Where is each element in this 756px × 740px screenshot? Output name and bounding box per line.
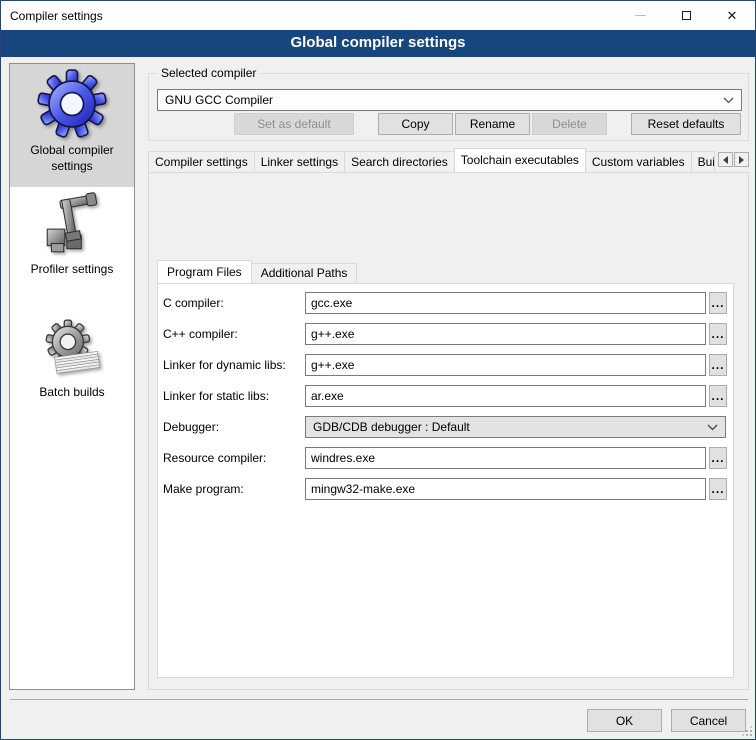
linker-dynamic-input[interactable] xyxy=(305,354,706,376)
chevron-down-icon xyxy=(723,97,734,104)
close-button[interactable]: ✕ xyxy=(709,1,755,30)
field-row-linker-dynamic: Linker for dynamic libs: ... xyxy=(158,354,733,377)
ok-button[interactable]: OK xyxy=(587,709,662,732)
field-row-debugger: Debugger: GDB/CDB debugger : Default xyxy=(158,416,733,439)
blue-gear-icon xyxy=(37,69,107,139)
tab-custom-variables[interactable]: Custom variables xyxy=(585,151,692,172)
caliper-blocks-icon xyxy=(39,192,105,258)
arrow-right-icon xyxy=(739,156,744,164)
chevron-down-icon xyxy=(707,424,718,431)
browse-button[interactable]: ... xyxy=(709,323,727,345)
tab-build-options[interactable]: Build xyxy=(691,151,715,172)
resource-compiler-input[interactable] xyxy=(305,447,706,469)
copy-button[interactable]: Copy xyxy=(378,113,453,135)
field-row-resource-compiler: Resource compiler: ... xyxy=(158,447,733,470)
compiler-buttons-row: Set as default Copy Rename Delete Reset … xyxy=(234,113,741,135)
browse-button[interactable]: ... xyxy=(709,478,727,500)
browse-button[interactable]: ... xyxy=(709,385,727,407)
maximize-button[interactable] xyxy=(663,1,709,30)
minimize-icon xyxy=(635,15,646,16)
field-label: Linker for static libs: xyxy=(163,389,269,403)
tab-additional-paths[interactable]: Additional Paths xyxy=(251,263,358,283)
settings-tabs: Compiler settings Linker settings Search… xyxy=(148,148,749,172)
cancel-button[interactable]: Cancel xyxy=(671,709,746,732)
field-label: C++ compiler: xyxy=(163,327,238,341)
browse-button[interactable]: ... xyxy=(709,354,727,376)
debugger-select-value: GDB/CDB debugger : Default xyxy=(313,420,470,434)
tab-toolchain-executables[interactable]: Toolchain executables xyxy=(454,148,586,172)
window-controls: ✕ xyxy=(617,1,755,30)
debugger-select[interactable]: GDB/CDB debugger : Default xyxy=(305,416,726,438)
program-files-panel: C compiler: ... C++ compiler: ... Linker… xyxy=(157,283,734,678)
sidebar-item-label: Profiler settings xyxy=(16,262,128,278)
field-label: Debugger: xyxy=(163,420,219,434)
compiler-settings-dialog: Compiler settings ✕ Global compiler sett… xyxy=(0,0,756,740)
program-files-tabs: Program Files Additional Paths xyxy=(157,260,356,283)
field-row-linker-static: Linker for static libs: ... xyxy=(158,385,733,408)
group-label: Selected compiler xyxy=(157,66,260,80)
field-row-make-program: Make program: ... xyxy=(158,478,733,501)
browse-button[interactable]: ... xyxy=(709,292,727,314)
set-as-default-button[interactable]: Set as default xyxy=(234,113,354,135)
field-label: Resource compiler: xyxy=(163,451,266,465)
cpp-compiler-input[interactable] xyxy=(305,323,706,345)
sidebar-item-global-compiler-settings[interactable]: Global compiler settings xyxy=(10,64,134,187)
page-title: Global compiler settings xyxy=(1,30,755,57)
field-label: Linker for dynamic libs: xyxy=(163,358,286,372)
sidebar-item-label: Global compiler settings xyxy=(16,143,128,174)
field-row-c-compiler: C compiler: ... xyxy=(158,292,733,315)
resize-grip[interactable] xyxy=(741,725,753,737)
tab-program-files[interactable]: Program Files xyxy=(157,260,252,283)
reset-defaults-button[interactable]: Reset defaults xyxy=(631,113,741,135)
window-title: Compiler settings xyxy=(10,9,103,23)
tab-scroll-left-button[interactable] xyxy=(718,152,733,167)
delete-button[interactable]: Delete xyxy=(532,113,607,135)
tab-linker-settings[interactable]: Linker settings xyxy=(254,151,345,172)
close-icon: ✕ xyxy=(727,9,738,22)
linker-static-input[interactable] xyxy=(305,385,706,407)
titlebar: Compiler settings ✕ xyxy=(1,1,755,30)
tab-scroll-buttons xyxy=(717,152,749,167)
sidebar-item-profiler-settings[interactable]: Profiler settings xyxy=(10,187,134,310)
footer-separator xyxy=(10,699,748,700)
rename-button[interactable]: Rename xyxy=(455,113,530,135)
maximize-icon xyxy=(682,11,691,20)
settings-category-list: Global compiler settings Pr xyxy=(9,63,135,690)
field-row-cpp-compiler: C++ compiler: ... xyxy=(158,323,733,346)
make-program-input[interactable] xyxy=(305,478,706,500)
field-label: C compiler: xyxy=(163,296,224,310)
gray-gear-stack-icon xyxy=(39,315,105,381)
selected-compiler-group: Selected compiler GNU GCC Compiler Set a… xyxy=(148,73,749,141)
c-compiler-input[interactable] xyxy=(305,292,706,314)
minimize-button[interactable] xyxy=(617,1,663,30)
tab-search-directories[interactable]: Search directories xyxy=(344,151,455,172)
arrow-left-icon xyxy=(723,156,728,164)
compiler-select[interactable]: GNU GCC Compiler xyxy=(157,89,742,111)
sidebar-item-label: Batch builds xyxy=(16,385,128,401)
sidebar-item-batch-builds[interactable]: Batch builds xyxy=(10,310,134,433)
field-label: Make program: xyxy=(163,482,244,496)
tab-scroll-right-button[interactable] xyxy=(734,152,749,167)
tab-compiler-settings[interactable]: Compiler settings xyxy=(148,151,255,172)
compiler-select-value: GNU GCC Compiler xyxy=(165,93,273,107)
browse-button[interactable]: ... xyxy=(709,447,727,469)
